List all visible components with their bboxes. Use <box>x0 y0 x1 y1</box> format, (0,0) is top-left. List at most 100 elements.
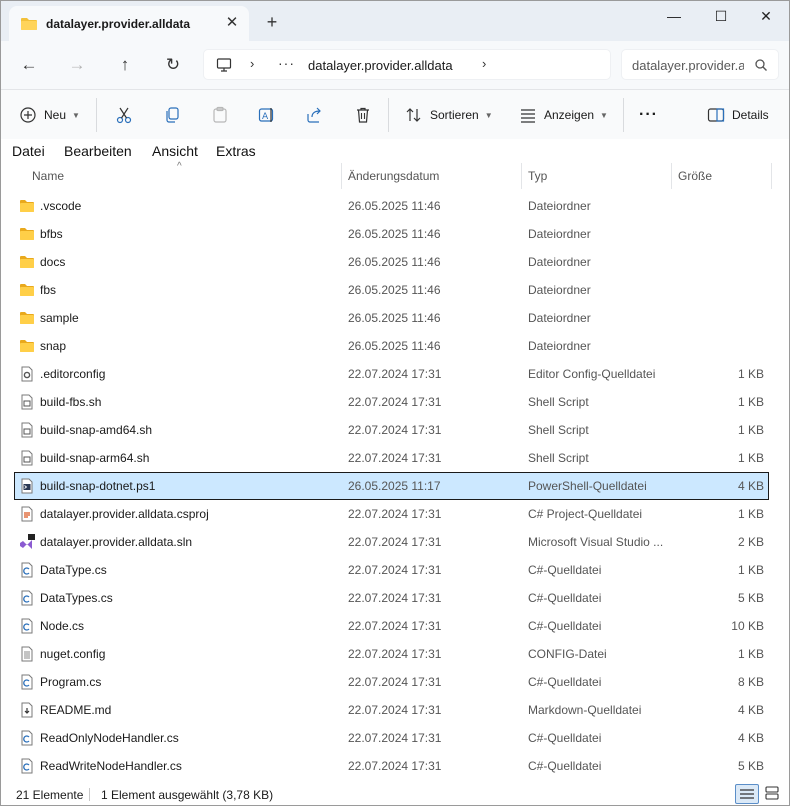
search-icon <box>754 58 768 75</box>
new-label: Neu <box>44 108 67 122</box>
column-header-name[interactable]: Name <box>32 169 64 183</box>
file-row[interactable]: datalayer.provider.alldata.sln 22.07.2024… <box>15 529 768 555</box>
back-button[interactable]: ← <box>15 52 43 78</box>
breadcrumb-more-button[interactable]: ··· <box>278 55 295 71</box>
file-row[interactable]: nuget.config 22.07.2024 17:31 CONFIG-Datei… <box>15 641 768 667</box>
close-window-button[interactable]: ✕ <box>743 1 789 33</box>
file-row[interactable]: datalayer.provider.alldata.csproj 22.07.2… <box>15 501 768 527</box>
file-row[interactable]: DataTypes.cs 22.07.2024 17:31 C#-Quelldate… <box>15 585 768 611</box>
folder-row[interactable]: fbs 26.05.2025 11:46 Dateiordner <box>15 277 768 303</box>
file-explorer-window: datalayer.provider.alldata ✕ + — ☐ ✕ ← →… <box>0 0 790 806</box>
file-name: snap <box>40 339 67 353</box>
toolbar-divider <box>623 98 624 132</box>
delete-button[interactable] <box>354 102 372 128</box>
file-name: build-fbs.sh <box>40 395 102 409</box>
folder-row[interactable]: docs 26.05.2025 11:46 Dateiordner <box>15 249 768 275</box>
search-box[interactable]: datalayer.provider.alldata durchsuchen <box>621 49 779 80</box>
file-name: build-snap-amd64.sh <box>40 423 153 437</box>
maximize-button[interactable]: ☐ <box>698 1 744 33</box>
details-label: Details <box>732 108 769 122</box>
folder-row[interactable]: snap 26.05.2025 11:46 Dateiordner <box>15 333 768 359</box>
tab-datalayer[interactable]: datalayer.provider.alldata ✕ <box>9 6 249 41</box>
column-resize-handle[interactable] <box>671 163 672 189</box>
details-view-button[interactable] <box>735 784 759 804</box>
file-modified-date: 26.05.2025 11:46 <box>348 311 441 325</box>
csharp-file-icon <box>19 618 35 634</box>
file-row[interactable]: build-snap-amd64.sh 22.07.2024 17:31 Shell… <box>15 417 768 443</box>
status-bar: 21 Elemente 1 Element ausgewählt (3,78 K… <box>1 783 789 805</box>
forward-button[interactable]: → <box>63 52 91 78</box>
file-modified-date: 22.07.2024 17:31 <box>348 395 442 409</box>
address-bar[interactable]: › ··· datalayer.provider.alldata › <box>203 49 611 80</box>
sort-button[interactable]: Sortieren ▼ <box>405 102 493 128</box>
file-type: Dateiordner <box>528 283 591 297</box>
file-row[interactable]: build-fbs.sh 22.07.2024 17:31 Shell Script… <box>15 389 768 415</box>
markdown-file-icon <box>19 702 35 718</box>
file-modified-date: 22.07.2024 17:31 <box>348 591 442 605</box>
tiles-view-button[interactable] <box>761 784 785 804</box>
file-size: 2 KB <box>737 535 764 549</box>
chevron-right-icon[interactable]: › <box>482 56 486 71</box>
file-size: 5 KB <box>737 759 764 773</box>
menu-extras[interactable]: Extras <box>216 143 256 159</box>
view-button[interactable]: Anzeigen ▼ <box>519 102 608 128</box>
paste-button[interactable] <box>211 102 229 128</box>
chevron-right-icon[interactable]: › <box>250 56 254 71</box>
column-resize-handle[interactable] <box>341 163 342 189</box>
file-row[interactable]: .editorconfig 22.07.2024 17:31 Editor Conf… <box>15 361 768 387</box>
folder-icon <box>19 338 35 354</box>
column-resize-handle[interactable] <box>521 163 522 189</box>
column-header-modified[interactable]: Änderungsdatum <box>348 169 439 183</box>
column-header-size[interactable]: Größe <box>678 169 712 183</box>
sort-arrows-icon <box>405 106 423 124</box>
column-resize-handle[interactable] <box>771 163 772 189</box>
file-row[interactable]: build-snap-dotnet.ps1 26.05.2025 11:17 Pow… <box>14 472 769 500</box>
file-name: README.md <box>40 703 112 717</box>
rename-button[interactable]: A <box>258 102 276 128</box>
minimize-button[interactable]: — <box>651 1 697 33</box>
file-type: C#-Quelldatei <box>528 759 602 773</box>
folder-row[interactable]: bfbs 26.05.2025 11:46 Dateiordner <box>15 221 768 247</box>
file-name: docs <box>40 255 66 269</box>
file-row[interactable]: Program.cs 22.07.2024 17:31 C#-Quelldatei 8… <box>15 669 768 695</box>
breadcrumb-current[interactable]: datalayer.provider.alldata <box>308 58 453 73</box>
search-placeholder[interactable]: datalayer.provider.alldata durchsuchen <box>632 58 744 73</box>
file-name: .editorconfig <box>40 367 106 381</box>
file-size: 4 KB <box>737 703 764 717</box>
share-button[interactable] <box>306 102 324 128</box>
more-options-button[interactable]: ··· <box>639 102 658 128</box>
file-row[interactable]: DataType.cs 22.07.2024 17:31 C#-Quelldatei… <box>15 557 768 583</box>
menu-bearbeiten[interactable]: Bearbeiten <box>64 143 132 159</box>
file-type: Dateiordner <box>528 199 591 213</box>
file-list: .vscode 26.05.2025 11:46 Dateiordner bfbs 26… <box>1 193 789 781</box>
file-row[interactable]: ReadOnlyNodeHandler.cs 22.07.2024 17:31 C#… <box>15 725 768 751</box>
copy-button[interactable] <box>163 102 181 128</box>
file-row[interactable]: Node.cs 22.07.2024 17:31 C#-Quelldatei 10 K… <box>15 613 768 639</box>
folder-row[interactable]: .vscode 26.05.2025 11:46 Dateiordner <box>15 193 768 219</box>
menu-datei[interactable]: Datei <box>12 143 45 159</box>
file-modified-date: 22.07.2024 17:31 <box>348 535 442 549</box>
column-header-type[interactable]: Typ <box>528 169 547 183</box>
new-button[interactable]: Neu ▼ <box>19 102 80 128</box>
up-button[interactable]: ↑ <box>111 52 139 78</box>
title-bar: datalayer.provider.alldata ✕ + — ☐ ✕ <box>1 1 789 41</box>
details-pane-button[interactable]: Details <box>707 102 769 128</box>
share-icon <box>306 106 324 124</box>
file-row[interactable]: README.md 22.07.2024 17:31 Markdown-Quelld… <box>15 697 768 723</box>
file-row[interactable]: ReadWriteNodeHandler.cs 22.07.2024 17:31 C… <box>15 753 768 779</box>
new-tab-button[interactable]: + <box>263 13 281 31</box>
file-row[interactable]: build-snap-arm64.sh 22.07.2024 17:31 Shell… <box>15 445 768 471</box>
menu-ansicht[interactable]: Ansicht <box>152 143 198 159</box>
file-modified-date: 22.07.2024 17:31 <box>348 731 442 745</box>
file-modified-date: 26.05.2025 11:46 <box>348 283 441 297</box>
tab-close-icon[interactable]: ✕ <box>223 14 241 32</box>
file-type: CONFIG-Datei <box>528 647 607 661</box>
cut-button[interactable] <box>115 102 133 128</box>
folder-row[interactable]: sample 26.05.2025 11:46 Dateiordner <box>15 305 768 331</box>
file-modified-date: 22.07.2024 17:31 <box>348 703 442 717</box>
folder-icon <box>19 282 35 298</box>
file-type: Shell Script <box>528 395 589 409</box>
folder-icon <box>19 254 35 270</box>
refresh-button[interactable]: ↻ <box>159 52 187 78</box>
file-size: 5 KB <box>737 591 764 605</box>
